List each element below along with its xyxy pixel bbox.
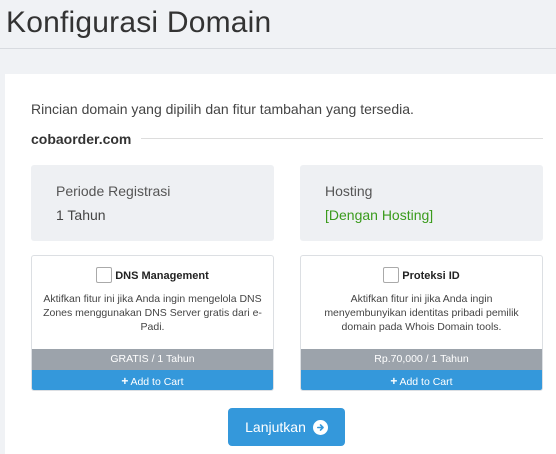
page-title: Konfigurasi Domain (6, 6, 272, 39)
registration-period-value: 1 Tahun (56, 207, 106, 223)
continue-button[interactable]: Lanjutkan (228, 408, 345, 446)
plus-icon: + (390, 374, 398, 388)
registration-period-box: Periode Registrasi 1 Tahun (31, 165, 274, 241)
addon-proteksi-id: Proteksi ID Aktifkan fitur ini jika Anda… (300, 255, 543, 391)
add-to-cart-label: Add to Cart (399, 376, 453, 388)
addon-header: Proteksi ID (301, 267, 542, 284)
plus-icon: + (121, 374, 129, 388)
hosting-label: Hosting (325, 183, 373, 199)
continue-label: Lanjutkan (245, 419, 306, 435)
addon-description: Aktifkan fitur ini jika Anda ingin menye… (324, 293, 519, 333)
hosting-value: [Dengan Hosting] (325, 207, 434, 223)
add-to-cart-label: Add to Cart (130, 376, 184, 388)
addon-price: Rp.70,000 / 1 Tahun (301, 349, 542, 370)
addon-title: DNS Management (115, 269, 209, 282)
intro-text: Rincian domain yang dipilih dan fitur ta… (31, 101, 414, 117)
add-to-cart-button[interactable]: + Add to Cart (32, 370, 273, 390)
arrow-circle-right-icon (312, 419, 328, 435)
title-divider (0, 48, 556, 49)
addon-price: GRATIS / 1 Tahun (32, 349, 273, 370)
domain-name: cobaorder.com (31, 131, 132, 147)
addon-header: DNS Management (32, 267, 273, 284)
hosting-box: Hosting [Dengan Hosting] (300, 165, 543, 241)
proteksi-id-checkbox[interactable] (383, 267, 400, 283)
dns-management-checkbox[interactable] (96, 267, 113, 283)
add-to-cart-button[interactable]: + Add to Cart (301, 370, 542, 390)
addon-dns-management: DNS Management Aktifkan fitur ini jika A… (31, 255, 274, 391)
registration-period-label: Periode Registrasi (56, 183, 171, 199)
addon-description: Aktifkan fitur ini jika Anda ingin menge… (43, 293, 262, 333)
domain-divider (141, 138, 543, 139)
addon-title: Proteksi ID (402, 269, 460, 282)
